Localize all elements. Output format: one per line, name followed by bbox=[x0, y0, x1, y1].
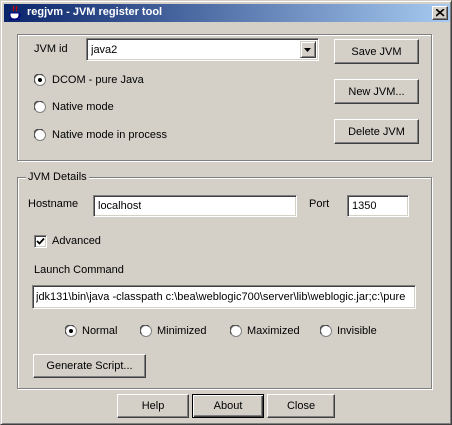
port-value: 1350 bbox=[352, 200, 377, 212]
delete-jvm-button[interactable]: Delete JVM bbox=[334, 119, 419, 144]
advanced-label: Advanced bbox=[52, 235, 101, 247]
radio-icon[interactable] bbox=[34, 129, 46, 141]
dropdown-button[interactable] bbox=[300, 41, 316, 58]
radio-selected-icon[interactable] bbox=[34, 74, 46, 86]
close-button[interactable]: Close bbox=[267, 394, 335, 418]
launch-command-value: jdk131\bin\java -classpath c:\bea\weblog… bbox=[36, 291, 406, 303]
about-button[interactable]: About bbox=[192, 394, 264, 418]
java-cup-icon bbox=[7, 5, 23, 21]
generate-script-button[interactable]: Generate Script... bbox=[33, 354, 146, 378]
mode-label-dcom: DCOM - pure Java bbox=[52, 74, 144, 86]
mode-label-native-in-process: Native mode in process bbox=[52, 129, 167, 141]
save-jvm-button[interactable]: Save JVM bbox=[334, 39, 419, 64]
app-window: regjvm - JVM register tool JVM id java2 … bbox=[0, 0, 452, 425]
port-label: Port bbox=[309, 198, 330, 210]
jvm-id-dropdown[interactable]: java2 bbox=[86, 38, 319, 61]
window-label-invisible: Invisible bbox=[337, 325, 377, 337]
hostname-label: Hostname bbox=[28, 198, 79, 210]
window-label-normal: Normal bbox=[82, 325, 118, 337]
radio-icon[interactable] bbox=[140, 325, 152, 337]
radio-icon[interactable] bbox=[320, 325, 332, 337]
window-title: regjvm - JVM register tool bbox=[27, 6, 163, 18]
chevron-down-icon bbox=[304, 48, 311, 52]
new-jvm-button[interactable]: New JVM... bbox=[334, 79, 419, 104]
launch-command-label: Launch Command bbox=[34, 264, 124, 276]
radio-selected-icon[interactable] bbox=[65, 325, 77, 337]
mode-label-native: Native mode bbox=[52, 101, 114, 113]
jvm-id-value: java2 bbox=[91, 43, 118, 56]
launch-command-input[interactable]: jdk131\bin\java -classpath c:\bea\weblog… bbox=[32, 285, 416, 309]
radio-icon[interactable] bbox=[34, 101, 46, 113]
close-icon bbox=[436, 9, 445, 17]
jvm-id-label: JVM id bbox=[34, 43, 68, 55]
hostname-value: localhost bbox=[98, 200, 142, 212]
jvm-details-title: JVM Details bbox=[26, 171, 89, 183]
title-bar[interactable]: regjvm - JVM register tool bbox=[4, 4, 450, 22]
help-button[interactable]: Help bbox=[117, 394, 189, 418]
close-window-button[interactable] bbox=[432, 6, 448, 20]
radio-icon[interactable] bbox=[230, 325, 242, 337]
checkbox-checked-icon[interactable] bbox=[34, 235, 47, 248]
port-input[interactable]: 1350 bbox=[347, 195, 409, 217]
window-label-maximized: Maximized bbox=[247, 325, 300, 337]
window-label-minimized: Minimized bbox=[157, 325, 207, 337]
hostname-input[interactable]: localhost bbox=[93, 195, 297, 217]
